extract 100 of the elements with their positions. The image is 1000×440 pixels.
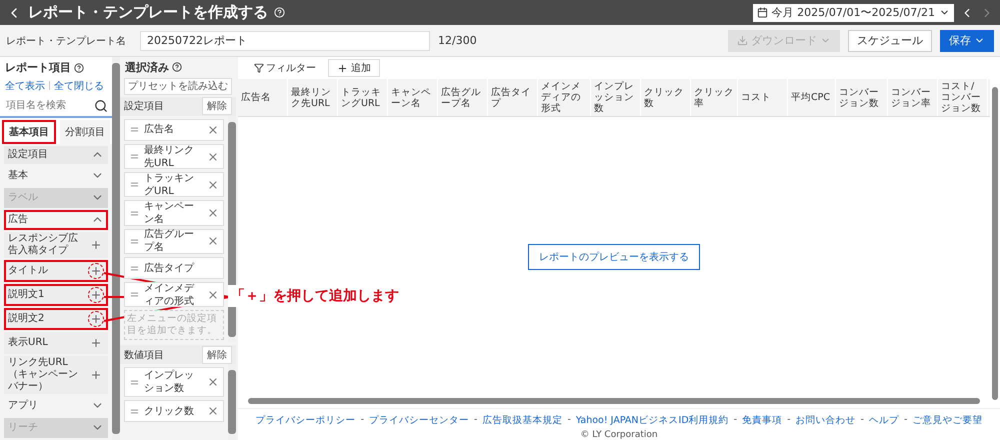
footer-link[interactable]: ヘルプ [868,414,899,427]
footer-link[interactable]: Yahoo! JAPANビジネスID利用規約 [576,414,729,427]
item-label: メインメディアの形式 [144,282,196,308]
plus-icon [90,368,102,381]
item-label: 設定項目 [8,148,49,162]
plus-icon [90,238,102,251]
list-item[interactable]: 表示URL [4,332,108,354]
section-title: 設定項目 [124,100,164,114]
schedule-button[interactable]: スケジュール [848,30,932,52]
selected-item[interactable]: トラッキングURL [124,172,224,198]
remove-icon[interactable] [207,124,219,136]
remove-icon[interactable] [207,288,219,301]
selected-item[interactable]: キャンペーン名 [124,200,224,226]
search-field[interactable]: 項目名を検索 [4,99,84,112]
list-item[interactable]: レスポンシブ広告入稿タイプ [4,232,108,258]
item-label: 広告名 [144,123,175,136]
filter-button[interactable]: フィルター [248,60,322,76]
load-preset-button[interactable]: プリセットを読み込む [124,78,232,95]
plus-button[interactable] [88,262,104,279]
tab[interactable]: 分割項目 [60,120,110,144]
page-title: レポート・テンプレートを作成する [28,3,268,22]
separator: - [787,414,791,427]
column-header: インプレッション数 [591,79,641,116]
plus-button[interactable] [88,286,104,303]
item-label: 広告タイプ [144,262,196,274]
panel-title: 選択済み [125,60,169,75]
remove-icon[interactable] [207,207,219,220]
download-icon [737,35,748,46]
separator: | [48,81,52,92]
list-item[interactable]: タイトル [4,260,108,282]
column-header: 最終リンク先URL [288,79,338,116]
item-label: ラベル [8,190,39,205]
clear-button[interactable]: 解除 [202,97,232,116]
item-label: クリック数 [144,404,195,418]
footer-link[interactable]: お問い合わせ [796,414,856,427]
help-icon [274,7,285,18]
separator: - [567,414,571,427]
expand-link[interactable]: 全て閉じる [54,79,104,94]
plus-icon [90,312,102,325]
column-header: コスト [738,79,788,116]
column-header: トラッキングURL [338,79,388,116]
section-title: 数値項目 [124,348,164,362]
footer-link[interactable]: ご意見やご要望 [912,414,982,427]
footer-link[interactable]: 免責事項 [742,414,782,427]
selected-item[interactable]: クリック数 [124,400,224,422]
drop-hint: 左メニューの設定項目を追加できます。 [124,310,224,340]
selected-item[interactable]: 最終リンク先URL [124,144,224,170]
remove-icon[interactable] [207,376,219,388]
column-header: 広告タイプ [488,79,538,116]
selected-item[interactable]: 広告タイプ [124,257,224,279]
selected-item[interactable]: 広告グループ名 [124,228,224,254]
remove-icon[interactable] [207,178,219,191]
panel-title: レポート項目 [5,60,71,76]
item-label: 基本 [8,168,29,183]
plus-icon [90,288,102,301]
list-item[interactable]: 説明文2 [4,308,108,330]
item-label: インプレッション数 [144,369,195,396]
selected-item[interactable]: インプレッション数 [124,367,224,398]
column-header: 平均CPC [788,79,836,116]
column-header: クリック数 [641,79,691,116]
remove-icon[interactable] [207,235,219,248]
section-header[interactable]: 設定項目 [4,146,108,164]
item-label: 広告 [8,212,29,227]
column-header: コスト/コンバージョン数 [938,79,988,116]
expand-link[interactable]: 全て表示 [5,79,45,94]
separator: - [904,414,908,427]
group-row[interactable]: 広告 [4,210,108,230]
plus-icon [337,62,348,74]
footer-link[interactable]: 広告取扱基本規定 [482,414,562,427]
plus-icon [90,264,102,277]
separator: - [474,414,478,427]
footer-link[interactable]: プライバシーセンター [369,414,470,427]
item-label: 説明文1 [8,288,46,302]
date-range-picker[interactable]: 今月 2025/07/01〜2025/07/21 [752,4,954,22]
item-label: リンク先URL（キャンペーンバナー） [8,356,79,394]
copyright: © LY Corporation [580,430,658,440]
item-label: トラッキングURL [144,172,195,198]
selected-item[interactable]: メインメディアの形式 [124,282,224,308]
clear-button[interactable]: 解除 [202,346,232,364]
plus-button[interactable] [88,310,104,327]
item-label: レスポンシブ広告入稿タイプ [8,232,79,258]
column-header: コンバージョン数 [836,79,888,116]
column-header: メインメディアの形式 [538,79,591,116]
column-header: コンバージョン率 [888,79,938,116]
add-button[interactable]: 追加 [328,59,380,77]
tab[interactable]: 基本項目 [2,120,56,144]
separator: - [860,414,864,427]
save-button[interactable]: 保存 [940,30,994,52]
list-item[interactable]: リンク先URL（キャンペーンバナー） [4,356,108,394]
help-icon [172,62,182,72]
date-range: 今月 2025/07/01〜2025/07/21 [772,5,935,20]
template-name-field[interactable]: 20250722レポート [140,30,430,50]
preview-button[interactable]: レポートのプレビューを表示する [528,244,700,270]
separator: - [360,414,364,427]
selected-item[interactable]: 広告名 [124,118,224,141]
footer-link[interactable]: プライバシーポリシー [256,414,356,427]
filter-icon [254,63,264,73]
remove-icon[interactable] [207,405,219,418]
remove-icon[interactable] [207,150,219,163]
list-item[interactable]: 説明文1 [4,284,108,306]
